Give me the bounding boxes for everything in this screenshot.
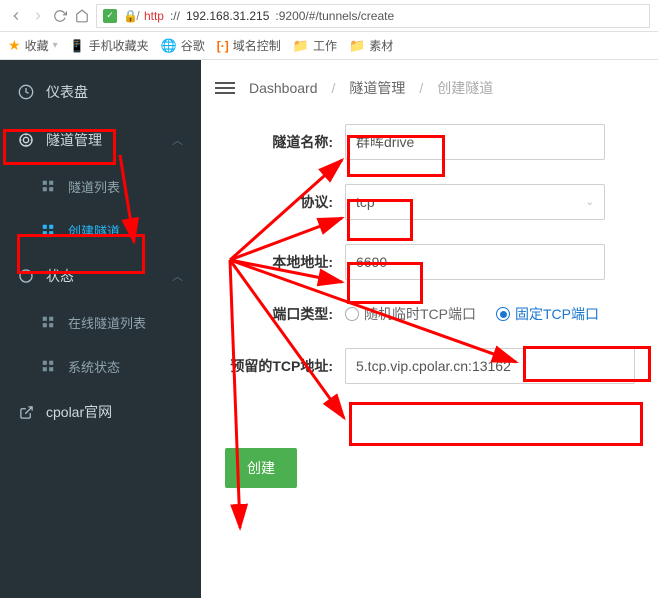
reserved-addr-input[interactable] — [345, 348, 635, 384]
sidebar-tunnels-label: 隧道管理 — [46, 130, 102, 150]
breadcrumb: Dashboard / 隧道管理 / 创建隧道 — [215, 78, 644, 98]
sidebar-item-status[interactable]: 状态 ︿ — [0, 252, 201, 300]
sidebar-sys-status-label: 系统状态 — [68, 357, 120, 376]
chevron-up-icon: ︿ — [172, 132, 183, 148]
url-sep: :// — [170, 9, 180, 23]
sidebar-sub-tunnel-create[interactable]: 创建隧道 — [0, 208, 201, 252]
bookmark-work[interactable]: 📁工作 — [293, 37, 337, 54]
bookmark-google[interactable]: 🌐谷歌 — [161, 37, 205, 54]
radio-random-label: 随机临时TCP端口 — [364, 304, 476, 324]
radio-icon — [496, 307, 510, 321]
menu-toggle-icon[interactable] — [215, 82, 235, 94]
sidebar-tunnel-create-label: 创建隧道 — [68, 221, 120, 240]
grid-icon — [40, 315, 56, 329]
sidebar-online-list-label: 在线隧道列表 — [68, 313, 146, 332]
sidebar-sub-tunnel-list[interactable]: 隧道列表 — [0, 164, 201, 208]
shield-icon: ✓ — [103, 9, 117, 23]
star-icon: ★ — [8, 37, 21, 54]
bookmark-fav-label: 收藏 — [25, 37, 49, 54]
row-port-type: 端口类型: 随机临时TCP端口 固定TCP端口 — [215, 304, 644, 324]
sidebar-item-cpolar[interactable]: cpolar官网 — [0, 388, 201, 436]
create-button[interactable]: 创建 — [225, 448, 297, 488]
bookmark-mobile[interactable]: 📱 手机收藏夹 — [70, 37, 149, 54]
main-content: Dashboard / 隧道管理 / 创建隧道 隧道名称: 协议: tcp ⌄ 本… — [201, 60, 658, 598]
target-icon — [18, 132, 34, 148]
sidebar-status-label: 状态 — [46, 266, 74, 286]
protocol-select[interactable]: tcp ⌄ — [345, 184, 605, 220]
sidebar-dashboard-label: 仪表盘 — [46, 82, 88, 102]
url-scheme: http — [144, 9, 164, 23]
grid-icon — [40, 179, 56, 193]
folder-icon: 📁 — [349, 38, 365, 54]
bookmark-mobile-label: 手机收藏夹 — [89, 37, 149, 54]
bookmark-material[interactable]: 📁素材 — [349, 37, 393, 54]
bookmark-google-label: 谷歌 — [181, 37, 205, 54]
local-addr-input[interactable] — [345, 244, 605, 280]
url-host: 192.168.31.215 — [186, 9, 269, 23]
row-local-addr: 本地地址: — [215, 244, 644, 280]
row-tunnel-name: 隧道名称: — [215, 124, 644, 160]
bookmark-domain-label: 域名控制 — [233, 37, 281, 54]
sidebar-sub-online-list[interactable]: 在线隧道列表 — [0, 300, 201, 344]
radio-fixed-label: 固定TCP端口 — [515, 304, 599, 324]
insecure-icon: 🔒̸ — [123, 9, 138, 23]
protocol-label: 协议: — [215, 192, 345, 212]
app-body: 仪表盘 隧道管理 ︿ 隧道列表 创建隧道 状态 ︿ 在线隧道列表 系统状态 — [0, 60, 658, 598]
sidebar-item-dashboard[interactable]: 仪表盘 — [0, 68, 201, 116]
reload-button[interactable] — [52, 8, 68, 24]
bookmark-work-label: 工作 — [313, 37, 337, 54]
folder-icon: 📁 — [293, 38, 309, 54]
bookmark-bar: ★收藏▾ 📱手机收藏夹 🌐谷歌 [·]域名控制 📁工作 📁素材 — [0, 32, 658, 60]
bookmark-domain[interactable]: [·] 域名控制 — [217, 37, 281, 54]
circle-icon — [18, 268, 34, 284]
bookmark-material-label: 素材 — [369, 37, 393, 54]
external-link-icon — [18, 405, 34, 420]
protocol-value: tcp — [356, 194, 375, 210]
bookmark-fav[interactable]: ★收藏▾ — [8, 37, 58, 54]
crumb-sep: / — [419, 80, 423, 96]
grid-icon — [40, 223, 56, 237]
sidebar-tunnel-list-label: 隧道列表 — [68, 177, 120, 196]
local-addr-label: 本地地址: — [215, 252, 345, 272]
sidebar: 仪表盘 隧道管理 ︿ 隧道列表 创建隧道 状态 ︿ 在线隧道列表 系统状态 — [0, 60, 201, 598]
browser-navigation-bar: ✓ 🔒̸ http :// 192.168.31.215 :9200/#/tunnel… — [0, 0, 658, 32]
row-reserved-addr: 预留的TCP地址: — [215, 348, 644, 384]
crumb-sep: / — [332, 80, 336, 96]
radio-fixed-port[interactable]: 固定TCP端口 — [496, 304, 599, 324]
chevron-down-icon: ⌄ — [586, 197, 594, 208]
mobile-icon: 📱 — [70, 39, 85, 53]
row-protocol: 协议: tcp ⌄ — [215, 184, 644, 220]
grid-icon — [40, 359, 56, 373]
chevron-up-icon: ︿ — [172, 268, 183, 284]
url-path: :9200/#/tunnels/create — [275, 9, 394, 23]
port-type-label: 端口类型: — [215, 304, 345, 324]
home-button[interactable] — [74, 8, 90, 24]
url-bar[interactable]: ✓ 🔒̸ http :// 192.168.31.215 :9200/#/tunnel… — [96, 4, 650, 28]
radio-icon — [345, 307, 359, 321]
crumb-dashboard[interactable]: Dashboard — [249, 80, 318, 96]
reserved-addr-label: 预留的TCP地址: — [215, 356, 345, 376]
globe-icon: 🌐 — [161, 38, 177, 54]
crumb-create: 创建隧道 — [437, 78, 493, 98]
brackets-icon: [·] — [217, 39, 229, 53]
tunnel-name-label: 隧道名称: — [215, 132, 345, 152]
tunnel-name-input[interactable] — [345, 124, 605, 160]
radio-random-port[interactable]: 随机临时TCP端口 — [345, 304, 476, 324]
forward-button[interactable] — [30, 8, 46, 24]
crumb-tunnels[interactable]: 隧道管理 — [349, 78, 405, 98]
sidebar-cpolar-label: cpolar官网 — [46, 402, 112, 422]
sidebar-sub-sys-status[interactable]: 系统状态 — [0, 344, 201, 388]
sidebar-item-tunnels[interactable]: 隧道管理 ︿ — [0, 116, 201, 164]
back-button[interactable] — [8, 8, 24, 24]
gauge-icon — [18, 84, 34, 100]
